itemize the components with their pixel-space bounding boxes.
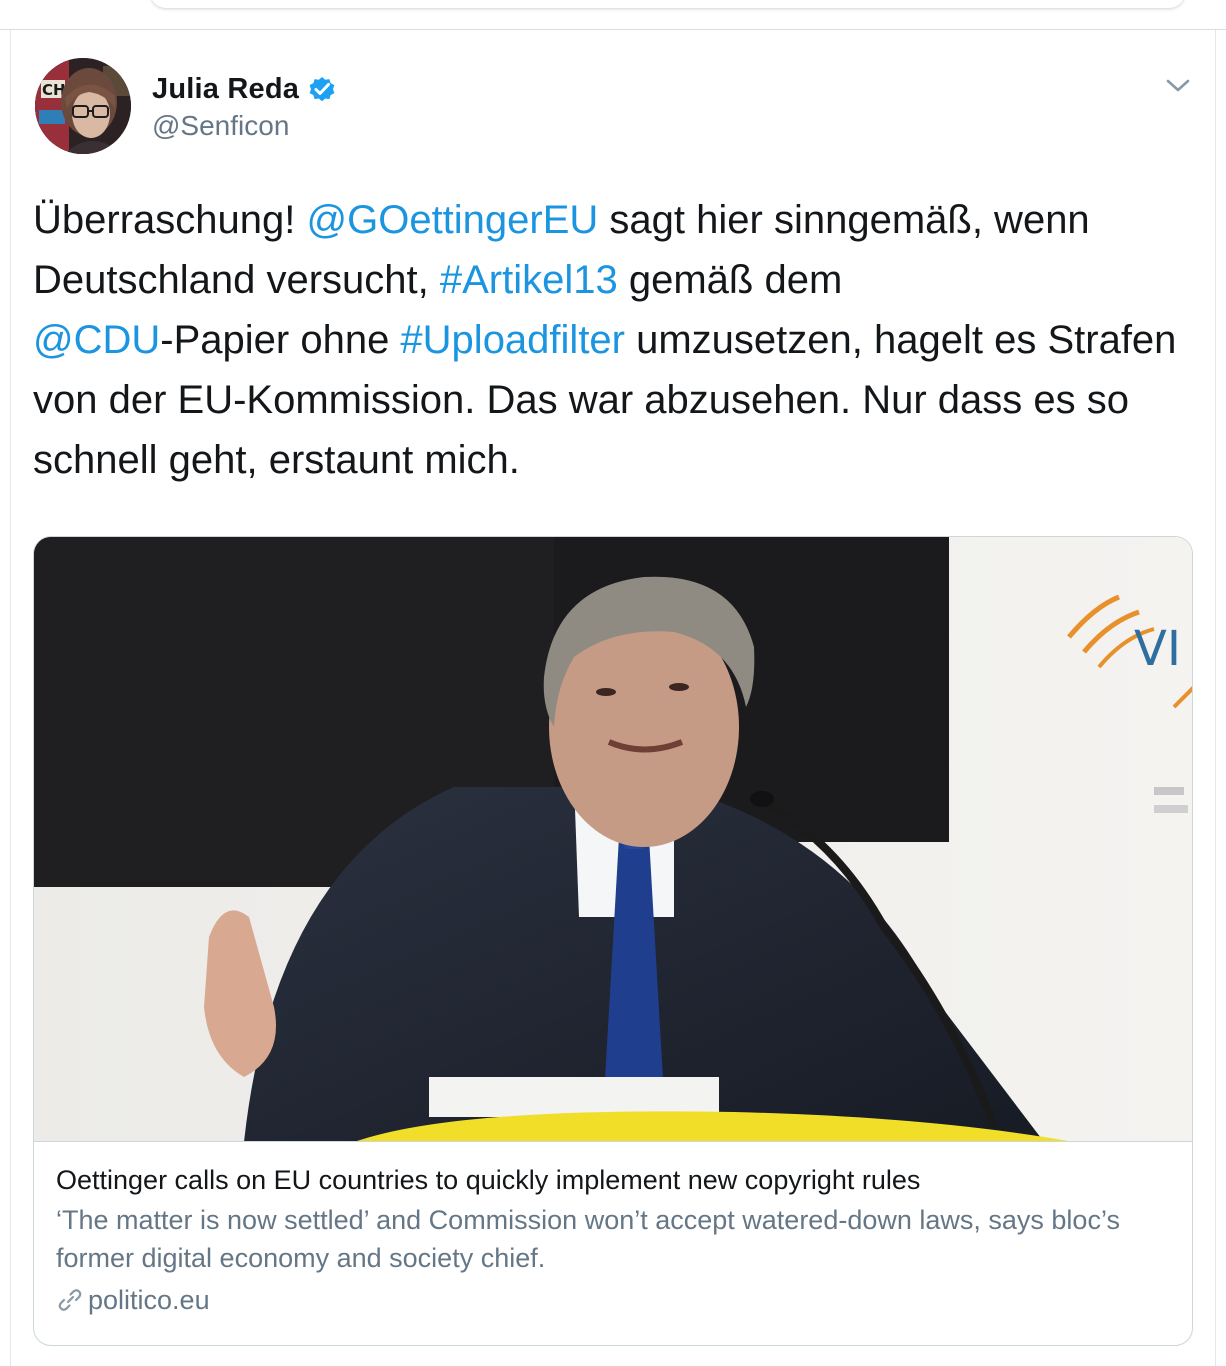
link-card[interactable]: VI Oettinger calls on EU countries to qu… <box>33 536 1193 1346</box>
link-icon <box>56 1286 84 1314</box>
text-segment: gemäß dem <box>617 258 843 302</box>
chevron-down-icon[interactable] <box>1163 72 1193 98</box>
card-domain-row[interactable]: politico.eu <box>56 1281 1176 1319</box>
display-name[interactable]: Julia Reda <box>152 73 299 106</box>
handle[interactable]: @Senficon <box>152 110 289 142</box>
card-domain[interactable]: politico.eu <box>88 1281 210 1319</box>
image-logo-text: VI <box>1134 621 1181 677</box>
hashtag-link[interactable]: #Uploadfilter <box>400 318 625 362</box>
tweet: CH Julia Reda @Senficon Überraschung! @G… <box>10 30 1216 1366</box>
tweet-text: Überraschung! @GOettingerEU sagt hier si… <box>33 190 1203 490</box>
card-title[interactable]: Oettinger calls on EU countries to quick… <box>56 1163 1176 1197</box>
top-bar <box>0 0 1226 30</box>
card-body: Oettinger calls on EU countries to quick… <box>56 1163 1176 1319</box>
hashtag-link[interactable]: #Artikel13 <box>440 258 618 302</box>
avatar[interactable]: CH <box>35 58 131 154</box>
mention-link[interactable]: @CDU <box>33 318 160 362</box>
text-segment: Überraschung! <box>33 198 307 242</box>
text-segment: -Papier ohne <box>160 318 401 362</box>
verified-badge-icon <box>307 74 337 104</box>
card-description: ‘The matter is now settled’ and Commissi… <box>56 1205 1120 1273</box>
mention-link[interactable]: @GOettingerEU <box>306 198 598 242</box>
search-bar[interactable] <box>150 0 1185 8</box>
card-image[interactable]: VI <box>34 537 1192 1142</box>
author-name-row[interactable]: Julia Reda <box>152 70 337 108</box>
